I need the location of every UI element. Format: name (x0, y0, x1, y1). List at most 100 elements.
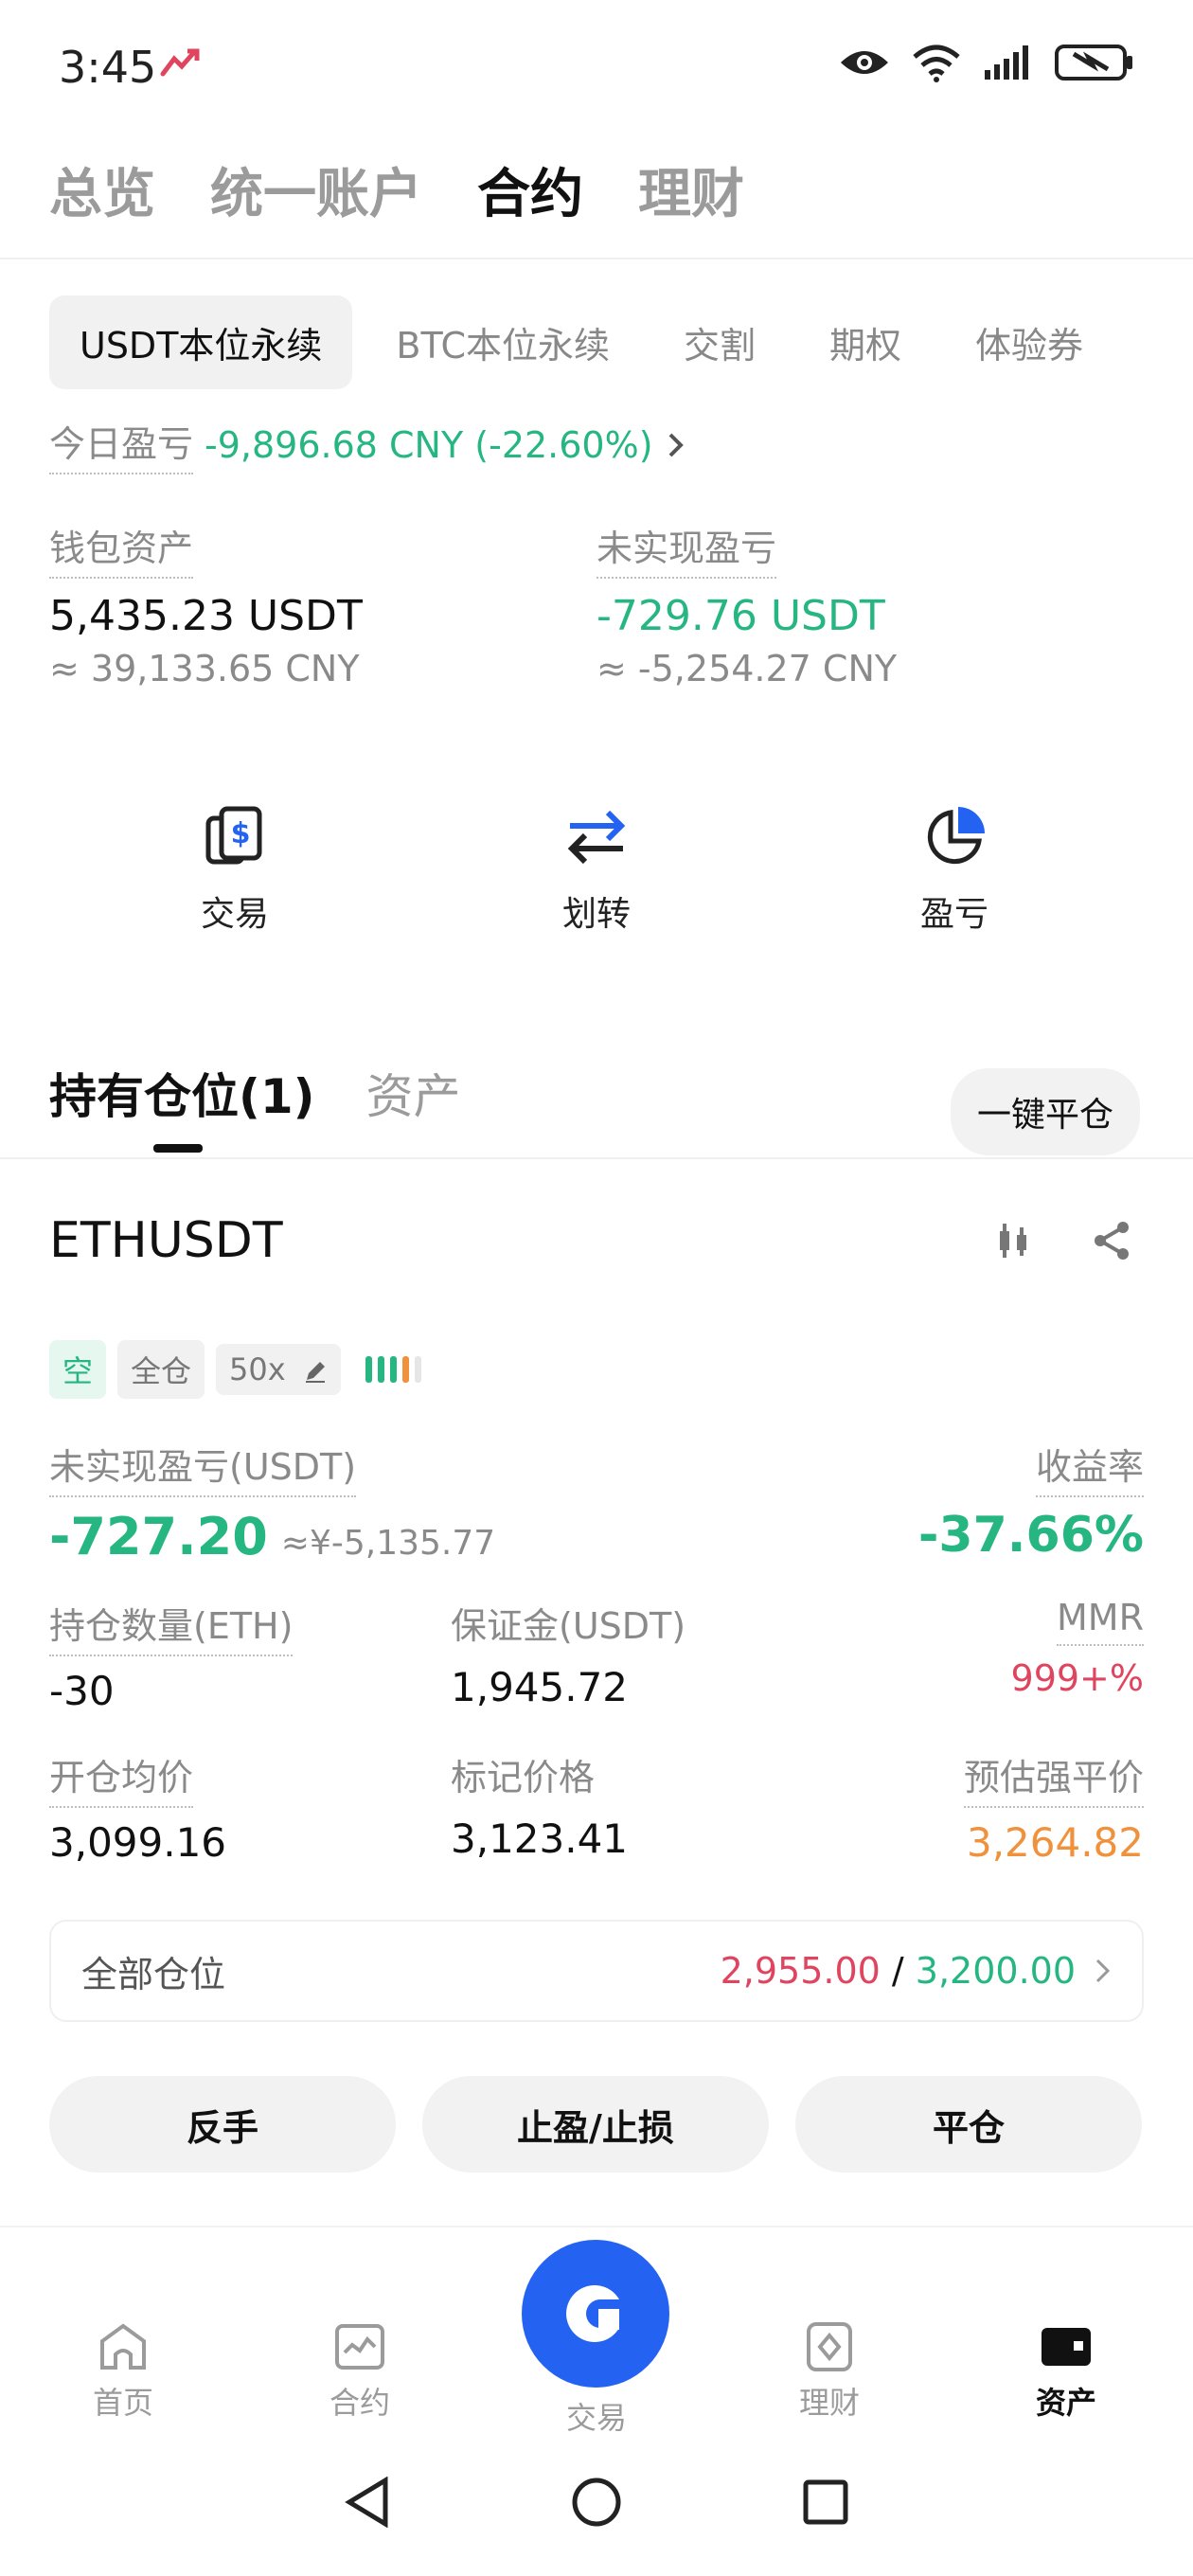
svg-text:$: $ (231, 817, 251, 850)
earn-icon (807, 2322, 852, 2371)
status-time: 3:45 (59, 42, 157, 93)
transfer-arrows-icon (567, 810, 626, 865)
upnl-block: 未实现盈亏(USDT) -727.20 ≈¥-5,135.77 (49, 1438, 495, 1566)
eye-icon (841, 51, 888, 74)
wallet-label: 钱包资产 (49, 519, 194, 579)
transfer-action-label: 划转 (561, 895, 631, 934)
transfer-action-button[interactable]: 划转 (483, 803, 710, 936)
nav-trade-button[interactable] (522, 2240, 669, 2388)
divider (0, 258, 1193, 259)
status-icons (839, 42, 1134, 83)
mark-label: 标记价格 (451, 1757, 596, 1798)
home-icon (100, 2323, 146, 2370)
risk-level-icon (365, 1356, 421, 1383)
liq-label: 预估强平价 (963, 1748, 1144, 1808)
subtab-usdt-perp[interactable]: USDT本位永续 (49, 295, 353, 389)
pie-chart-icon (927, 807, 985, 865)
subtab-btc-perp[interactable]: BTC本位永续 (365, 295, 640, 389)
entry-label: 开仓均价 (49, 1748, 194, 1808)
tpsl-button[interactable]: 止盈/止损 (422, 2076, 769, 2173)
position-symbol[interactable]: ETHUSDT (49, 1212, 283, 1269)
subtab-options[interactable]: 期权 (799, 295, 932, 389)
leverage-tag[interactable]: 50x (216, 1344, 341, 1395)
candlestick-icon[interactable] (992, 1220, 1034, 1265)
tab-assets[interactable]: 资产 (366, 1059, 461, 1127)
size-label: 持仓数量(ETH) (49, 1597, 294, 1656)
chevron-right-icon (668, 433, 684, 456)
wallet-icon (1042, 2328, 1091, 2366)
close-position-button[interactable]: 平仓 (795, 2076, 1142, 2173)
roe-block: 收益率 -37.66% (918, 1438, 1144, 1564)
upnl-label: 未实现盈亏(USDT) (49, 1438, 357, 1497)
unrealized-label: 未实现盈亏 (596, 519, 777, 579)
home-circle-icon[interactable] (571, 2477, 622, 2528)
signal-icon (985, 45, 1028, 80)
chevron-right-icon (1095, 1959, 1111, 1983)
stop-loss-value: 3,200.00 (915, 1950, 1076, 1992)
wallet-balance: 钱包资产 5,435.23 USDT ≈ 39,133.65 CNY (49, 519, 363, 689)
all-positions-label: 全部仓位 (81, 1953, 226, 1995)
margin-label: 保证金(USDT) (451, 1605, 686, 1647)
unrealized-pnl: 未实现盈亏 -729.76 USDT ≈ -5,254.27 CNY (596, 519, 897, 689)
roe-label: 收益率 (1035, 1438, 1144, 1497)
mark-value: 3,123.41 (451, 1816, 629, 1862)
size-value: -30 (49, 1668, 115, 1714)
recents-square-icon[interactable] (802, 2478, 849, 2526)
leverage-value: 50x (229, 1351, 286, 1387)
trade-action-label: 交易 (200, 895, 269, 934)
topnav-unified-account[interactable]: 统一账户 (210, 152, 422, 228)
nav-futures-label: 合约 (329, 2385, 390, 2421)
margin-block: 保证金(USDT) 1,945.72 (451, 1597, 686, 1710)
nav-home[interactable]: 首页 (57, 2322, 189, 2423)
close-all-button[interactable]: 一键平仓 (950, 1068, 1140, 1155)
edit-pencil-icon (305, 1362, 325, 1383)
position-tabs: 持有仓位(1) 资产 (49, 1059, 461, 1127)
pnl-action-button[interactable]: 盈亏 (841, 803, 1068, 936)
upnl-value: -727.20 (49, 1507, 268, 1566)
unrealized-cny: ≈ -5,254.27 CNY (596, 648, 898, 689)
tpsl-separator: / (880, 1950, 916, 1992)
futures-subtabs: USDT本位永续 BTC本位永续 交割 期权 体验券 (49, 295, 1127, 389)
wallet-cny: ≈ 39,133.65 CNY (49, 648, 360, 689)
chart-box-icon (335, 2324, 384, 2370)
mmr-label: MMR (1057, 1597, 1144, 1646)
nav-home-label: 首页 (92, 2385, 153, 2421)
nav-assets[interactable]: 资产 (1000, 2322, 1132, 2423)
roe-value: -37.66% (917, 1507, 1144, 1564)
nav-earn-label: 理财 (798, 2385, 860, 2421)
bottom-nav-divider (0, 2226, 1193, 2227)
today-pnl-label: 今日盈亏 (49, 415, 194, 474)
dollar-card-icon: $ (205, 806, 262, 865)
active-tab-indicator (153, 1144, 203, 1153)
tpsl-all-positions-row[interactable]: 全部仓位 2,955.00 / 3,200.00 (49, 1920, 1144, 2022)
nav-assets-label: 资产 (1035, 2385, 1096, 2421)
wifi-icon (913, 45, 960, 82)
margin-mode-tag: 全仓 (117, 1340, 205, 1399)
position-tags: 空 全仓 50x (49, 1340, 421, 1399)
entry-block: 开仓均价 3,099.16 (49, 1748, 226, 1866)
wallet-value: 5,435.23 USDT (49, 592, 363, 640)
topnav-earn[interactable]: 理财 (638, 152, 744, 228)
liq-block: 预估强平价 3,264.82 (963, 1748, 1144, 1866)
nav-futures[interactable]: 合约 (294, 2322, 426, 2423)
topnav-overview[interactable]: 总览 (49, 152, 155, 228)
unrealized-value: -729.76 USDT (596, 592, 885, 640)
trade-action-button[interactable]: $ 交易 (121, 803, 348, 936)
topnav-futures[interactable]: 合约 (477, 152, 583, 228)
today-pnl-row[interactable]: 今日盈亏 -9,896.68 CNY (-22.60%) (49, 415, 686, 474)
mmr-value: 999+% (1010, 1657, 1144, 1699)
nav-earn[interactable]: 理财 (763, 2322, 896, 2423)
tab-holdings[interactable]: 持有仓位(1) (49, 1059, 315, 1127)
back-triangle-icon[interactable] (344, 2477, 391, 2528)
margin-value: 1,945.72 (451, 1664, 629, 1710)
mmr-block: MMR 999+% (1011, 1597, 1144, 1699)
subtab-coupons[interactable]: 体验券 (945, 295, 1113, 389)
subtab-delivery[interactable]: 交割 (653, 295, 786, 389)
mark-block: 标记价格 3,123.41 (451, 1748, 628, 1862)
share-icon[interactable] (1091, 1220, 1132, 1265)
upnl-cny: ≈¥-5,135.77 (280, 1524, 496, 1563)
entry-value: 3,099.16 (49, 1819, 227, 1866)
reverse-button[interactable]: 反手 (49, 2076, 396, 2173)
system-nav-bar (0, 2477, 1193, 2528)
size-block: 持仓数量(ETH) -30 (49, 1597, 294, 1714)
